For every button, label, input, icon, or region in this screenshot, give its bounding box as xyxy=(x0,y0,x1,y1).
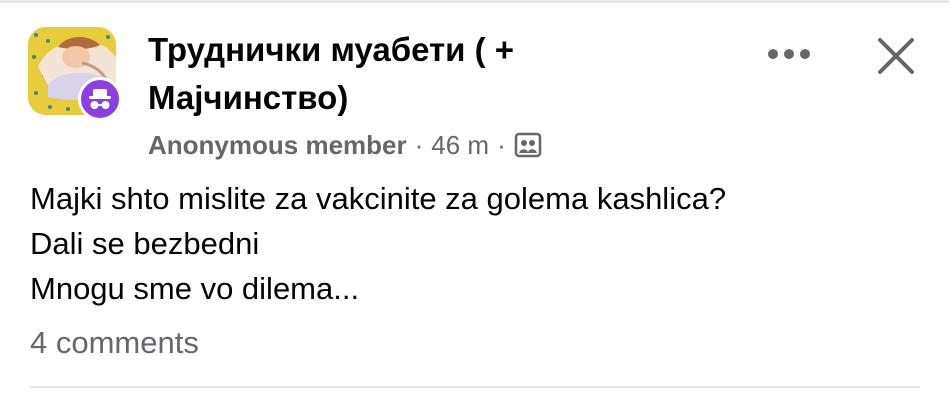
top-divider xyxy=(0,0,949,3)
incognito-icon xyxy=(78,77,122,121)
post-meta: Anonymous member · 46 m · xyxy=(148,128,542,162)
bottom-divider xyxy=(30,386,920,388)
close-icon xyxy=(876,36,916,81)
comments-count-link[interactable]: 4 comments xyxy=(30,321,199,365)
post-card: Труднички муабети ( + Мајчинство) Anonym… xyxy=(0,0,949,400)
close-button[interactable] xyxy=(870,32,922,84)
meta-separator-2: · xyxy=(497,129,506,160)
post-text-line: Majki shto mislite za vakcinite za golem… xyxy=(30,181,727,216)
more-icon xyxy=(767,47,811,65)
post-text: Majki shto mislite za vakcinite za golem… xyxy=(30,176,920,311)
more-button[interactable] xyxy=(762,36,816,76)
post-text-line: Mnogu sme vo dilema... xyxy=(30,271,360,306)
post-text-line: Dali se bezbedni xyxy=(30,226,260,261)
post-time[interactable]: 46 m xyxy=(431,130,489,161)
meta-separator: · xyxy=(414,129,424,160)
group-name[interactable]: Труднички муабети ( + Мајчинство) xyxy=(148,26,608,122)
group-audience-icon xyxy=(514,131,542,159)
group-avatar[interactable] xyxy=(28,27,122,121)
author-name[interactable]: Anonymous member xyxy=(148,130,407,161)
